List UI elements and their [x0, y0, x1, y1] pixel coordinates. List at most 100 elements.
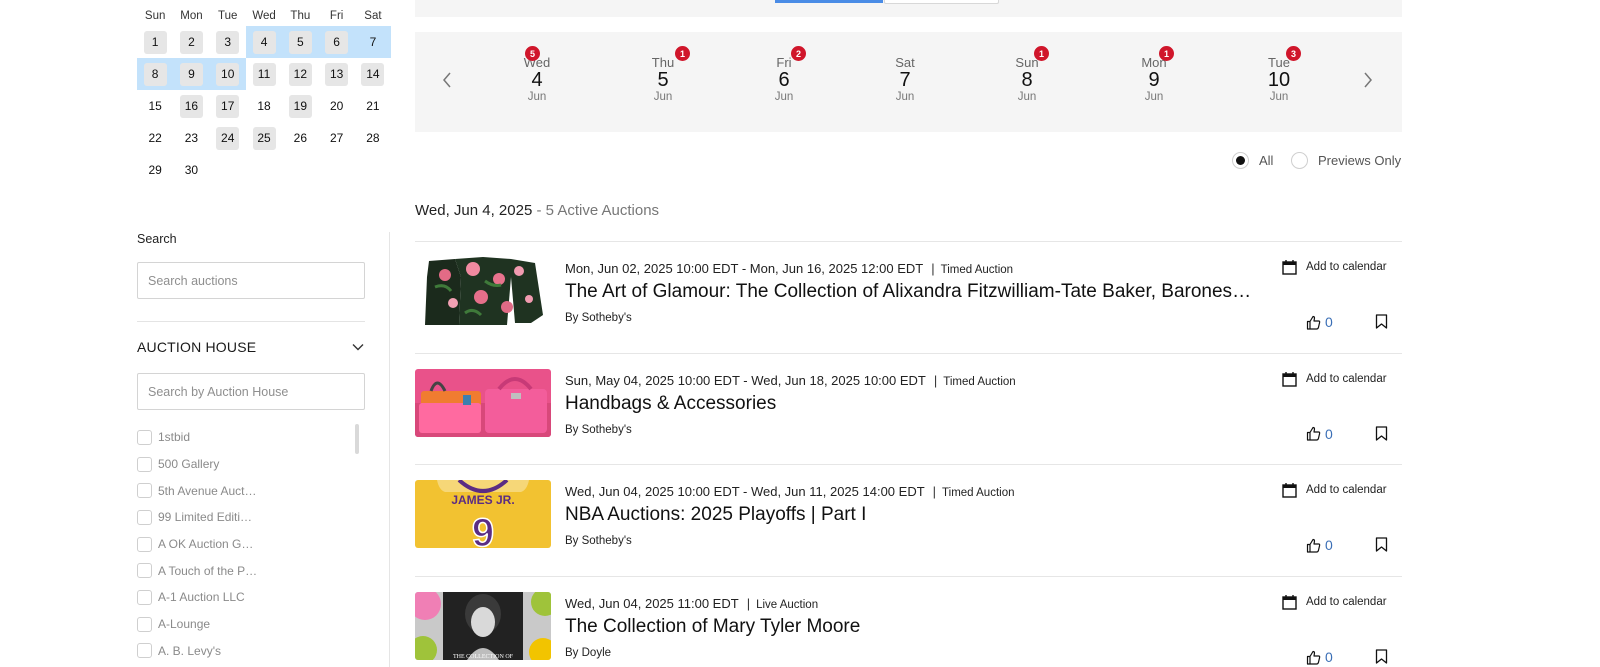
auction-house-option[interactable]: A-Lounge: [137, 611, 365, 638]
auction-thumbnail[interactable]: [415, 257, 551, 325]
calendar-day[interactable]: 7: [361, 31, 384, 54]
calendar-day[interactable]: 13: [325, 62, 349, 86]
next-dates-button[interactable]: [1356, 68, 1380, 92]
calendar-week: 22 23 24 25 26 27 28: [137, 122, 391, 154]
calendar-day[interactable]: 23: [180, 127, 203, 150]
calendar-day[interactable]: 28: [361, 127, 384, 150]
date-option[interactable]: 1 Thu 5 Jun: [633, 46, 693, 103]
date-month: Jun: [653, 91, 673, 103]
jersey-number-text: 9: [472, 511, 494, 548]
bookmark-button[interactable]: [1375, 649, 1388, 667]
list-scrollbar[interactable]: [355, 424, 359, 454]
calendar-day[interactable]: 30: [180, 159, 203, 182]
calendar-day[interactable]: 3: [216, 30, 240, 54]
calendar-day[interactable]: 27: [325, 127, 348, 150]
calendar-day[interactable]: 10: [216, 62, 240, 86]
auction-title-link[interactable]: The Collection of Mary Tyler Moore: [565, 616, 1257, 638]
checkbox[interactable]: [137, 536, 152, 552]
calendar-day[interactable]: 25: [252, 126, 276, 150]
date-option[interactable]: Sat 7 Jun: [875, 56, 935, 103]
search-auctions-input[interactable]: [137, 262, 365, 299]
calendar-day[interactable]: 14: [361, 62, 385, 86]
like-button[interactable]: 0: [1306, 426, 1333, 442]
auction-list: Mon, Jun 02, 2025 10:00 EDT - Mon, Jun 1…: [415, 241, 1402, 667]
calendar-day[interactable]: 29: [144, 159, 167, 182]
filter-all-radio[interactable]: All: [1232, 152, 1273, 169]
auction-thumbnail[interactable]: THE COLLECTION OF: [415, 592, 551, 661]
add-to-calendar-button[interactable]: Add to calendar: [1282, 482, 1387, 499]
bookmark-button[interactable]: [1375, 314, 1388, 334]
calendar-cell: 18: [246, 90, 282, 122]
checkbox[interactable]: [137, 563, 152, 579]
add-to-calendar-button[interactable]: Add to calendar: [1282, 594, 1387, 610]
add-to-calendar-button[interactable]: Add to calendar: [1282, 259, 1387, 275]
date-option[interactable]: 5 Wed 4 Jun: [507, 46, 567, 103]
radio-unselected: [1291, 152, 1308, 169]
auction-house-option[interactable]: 99 Limited Editi…: [137, 504, 365, 531]
calendar-day[interactable]: 21: [361, 95, 384, 118]
prev-dates-button[interactable]: [435, 68, 459, 92]
auction-title-link[interactable]: NBA Auctions: 2025 Playoffs | Part I: [565, 504, 1257, 526]
auction-house-option[interactable]: A Touch of the P…: [137, 557, 365, 584]
like-button[interactable]: 0: [1306, 649, 1333, 665]
auction-house-option[interactable]: A OK Auction G…: [137, 531, 365, 558]
calendar-day[interactable]: 19: [288, 94, 312, 118]
checkbox[interactable]: [137, 429, 152, 445]
calendar-day[interactable]: 18: [253, 95, 276, 118]
auction-house-option[interactable]: 1stbid: [137, 424, 365, 451]
like-button[interactable]: 0: [1306, 537, 1333, 553]
checkbox[interactable]: [137, 456, 152, 472]
calendar-day[interactable]: 24: [216, 126, 240, 150]
calendar-day[interactable]: 15: [144, 95, 167, 118]
calendar-week: 15 16 17 18 19 20 21: [137, 90, 391, 122]
auction-house-option[interactable]: A. B. Levy's: [137, 638, 365, 665]
tab-calendar-view[interactable]: [775, 0, 883, 3]
calendar-day[interactable]: 22: [144, 127, 167, 150]
auction-house-toggle[interactable]: AUCTION HOUSE: [137, 337, 365, 357]
date-option[interactable]: 2 Fri 6 Jun: [754, 46, 814, 103]
auction-house-option[interactable]: A-1 Auction LLC: [137, 584, 365, 611]
auction-title-link[interactable]: The Art of Glamour: The Collection of Al…: [565, 281, 1257, 303]
bookmark-button[interactable]: [1375, 426, 1388, 446]
checkbox[interactable]: [137, 589, 152, 605]
calendar-day[interactable]: 20: [325, 95, 348, 118]
date-option[interactable]: 3 Tue 10 Jun: [1249, 46, 1309, 103]
checkbox[interactable]: [137, 483, 152, 499]
calendar-day[interactable]: 5: [288, 30, 312, 54]
auction-house-option[interactable]: 500 Gallery: [137, 451, 365, 478]
calendar-day[interactable]: 12: [288, 62, 312, 86]
auction-house-option[interactable]: 5th Avenue Auct…: [137, 477, 365, 504]
auction-row: JAMES JR. 9 Wed, Jun 04, 2025 10:00 EDT - …: [415, 464, 1402, 576]
calendar-day[interactable]: 16: [179, 94, 203, 118]
date-number: 5: [657, 69, 669, 91]
calendar-day[interactable]: 8: [143, 62, 167, 86]
calendar-day[interactable]: 6: [325, 30, 349, 54]
checkbox[interactable]: [137, 616, 152, 632]
auction-house-byline: By Doyle: [565, 647, 612, 660]
auction-thumbnail[interactable]: JAMES JR. 9: [415, 480, 551, 549]
calendar-day[interactable]: 11: [252, 62, 276, 86]
calendar-day[interactable]: 17: [216, 94, 240, 118]
auction-thumbnail[interactable]: [415, 368, 551, 437]
add-to-calendar-button[interactable]: Add to calendar: [1282, 371, 1387, 387]
auction-house-search-input[interactable]: [137, 373, 365, 410]
date-option[interactable]: 1 Mon 9 Jun: [1124, 46, 1184, 103]
calendar-day[interactable]: 9: [179, 62, 203, 86]
tab-list-view[interactable]: [884, 0, 999, 4]
checkbox[interactable]: [137, 509, 152, 525]
calendar-cell: 14: [355, 58, 391, 90]
calendar-day[interactable]: 2: [179, 30, 203, 54]
calendar-day[interactable]: 4: [252, 30, 276, 54]
bookmark-button[interactable]: [1375, 537, 1388, 557]
calendar-day[interactable]: 26: [289, 127, 312, 150]
filter-previews-radio[interactable]: Previews Only: [1291, 152, 1401, 169]
calendar-cell: 21: [355, 90, 391, 122]
calendar-cell: 15: [137, 90, 173, 122]
auction-title-link[interactable]: Handbags & Accessories: [565, 393, 1257, 415]
auction-house-byline: By Sotheby's: [565, 535, 632, 548]
calendar-cell: 3: [210, 26, 246, 58]
calendar-day[interactable]: 1: [143, 30, 167, 54]
date-option[interactable]: 1 Sun 8 Jun: [997, 46, 1057, 103]
like-button[interactable]: 0: [1306, 314, 1333, 330]
checkbox[interactable]: [137, 643, 152, 659]
